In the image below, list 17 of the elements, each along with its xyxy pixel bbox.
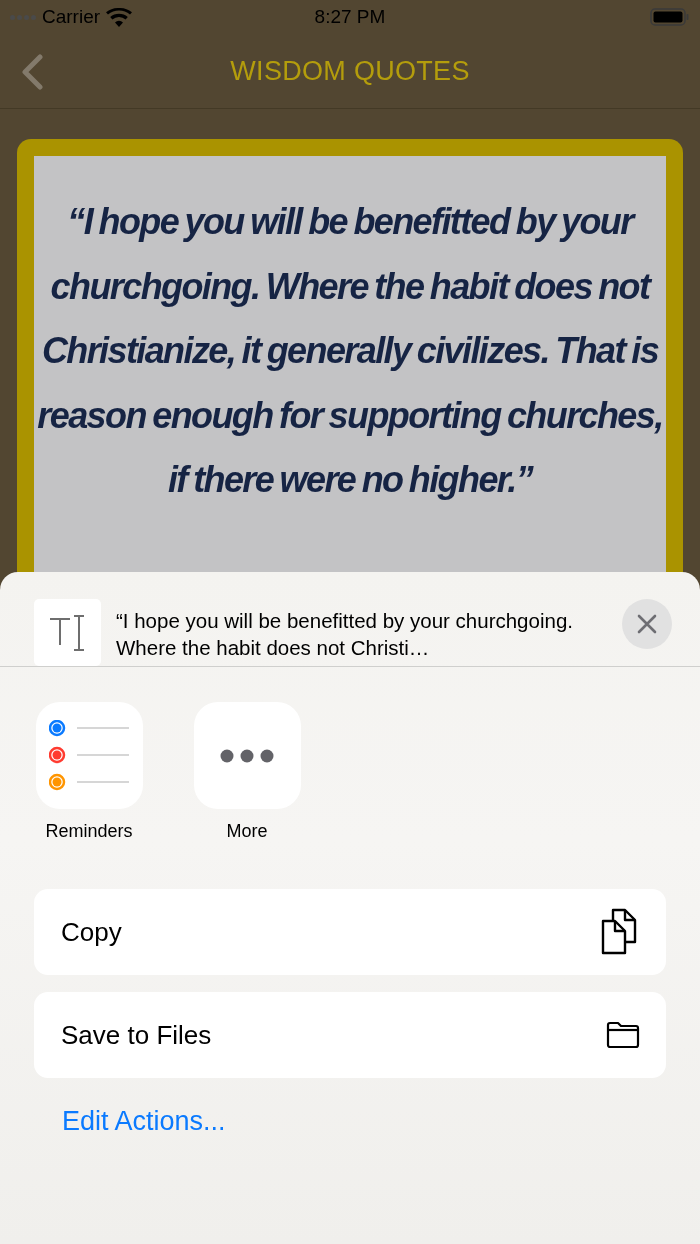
back-icon — [20, 54, 46, 90]
reminders-icon — [49, 719, 129, 792]
close-icon — [637, 614, 657, 634]
wifi-icon — [106, 7, 133, 27]
text-thumbnail-icon — [34, 599, 101, 666]
screen-title: WISDOM QUOTES — [230, 55, 470, 87]
action-button[interactable]: Copy — [34, 889, 666, 975]
carrier-label: Carrier — [42, 6, 101, 28]
preview-text: “I hope you will be benefitted by your churchgoing. Where the habit does not Christi… — [116, 608, 574, 661]
folder-icon — [606, 1021, 640, 1049]
signal-icon — [10, 14, 36, 20]
time-label: 8:27 PM — [314, 6, 386, 27]
close-button[interactable] — [622, 599, 672, 649]
more-icon — [220, 748, 274, 763]
action-button[interactable]: Save to Files — [34, 992, 666, 1078]
battery-icon — [650, 8, 690, 26]
edit-actions-link[interactable]: Edit Actions... — [62, 1106, 226, 1137]
